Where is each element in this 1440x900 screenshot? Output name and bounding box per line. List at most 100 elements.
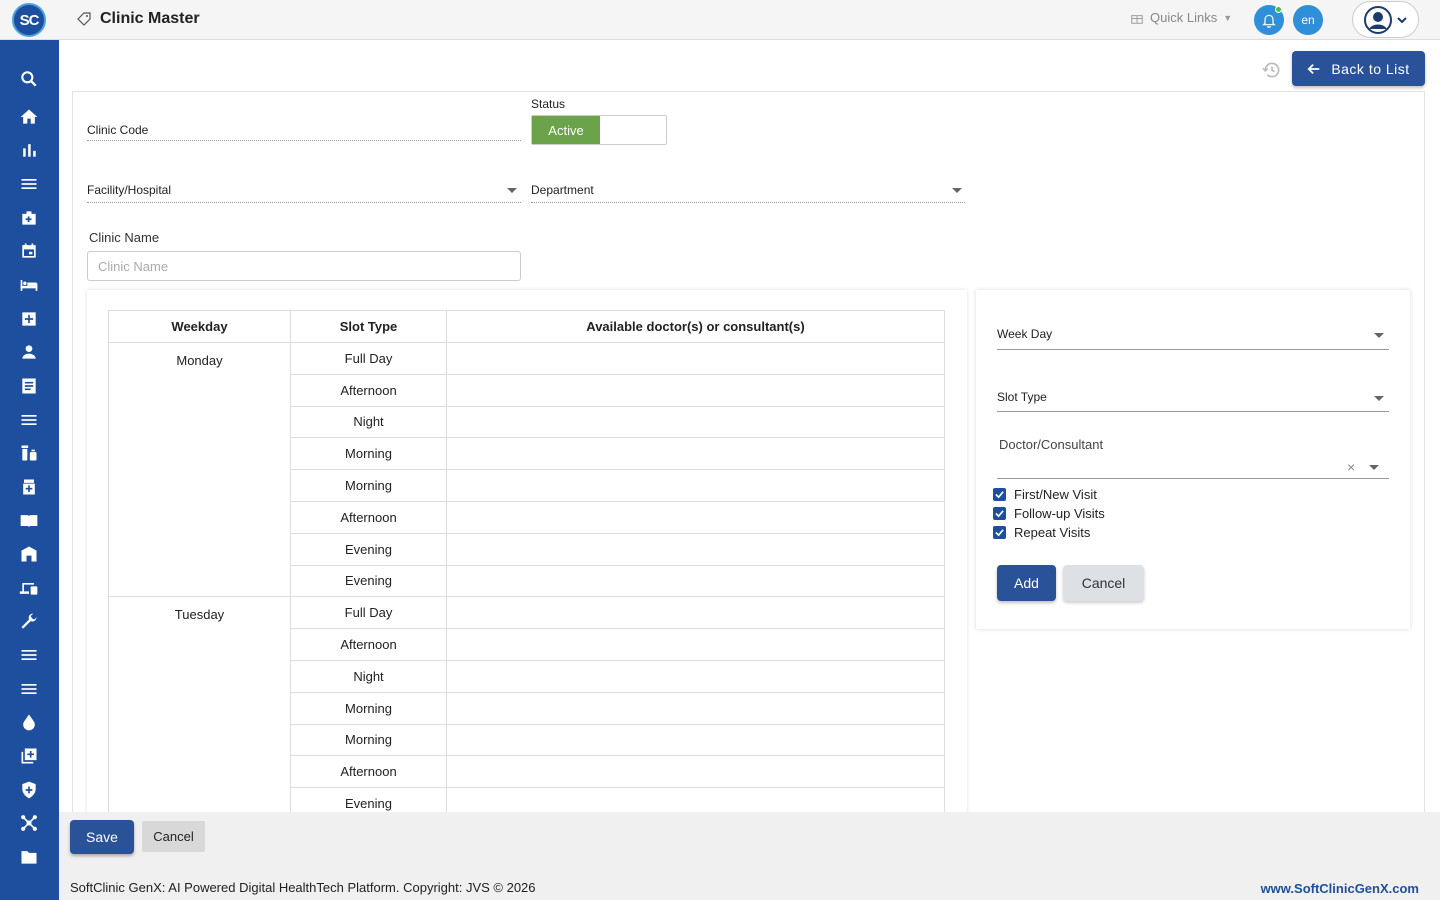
slot-cancel-button[interactable]: Cancel (1063, 565, 1144, 601)
notification-button[interactable] (1254, 5, 1284, 35)
doctors-cell (446, 723, 945, 757)
sidebar-item-add-box[interactable] (18, 745, 40, 767)
avatar-icon (1363, 5, 1392, 34)
sidebar-item-documents[interactable] (18, 375, 40, 397)
slot-type-cell: Evening (290, 564, 447, 598)
main-content: Back to List Clinic Code Status Active F… (59, 40, 1440, 831)
sidebar-item-menu[interactable] (18, 173, 40, 195)
doctors-cell (446, 564, 945, 598)
devices-icon (19, 583, 38, 595)
slot-type-cell: Full Day (290, 342, 447, 375)
follow-up-checkbox[interactable]: Follow-up Visits (993, 506, 1105, 521)
shield-icon (22, 781, 36, 799)
arrow-left-icon (1307, 63, 1320, 74)
status-label: Status (531, 97, 566, 111)
sidebar-item-facility[interactable] (18, 543, 40, 565)
table-row: Tuesday Full Day (108, 596, 945, 820)
sidebar-item-list[interactable] (18, 409, 40, 431)
table-row: Monday Full Day (108, 341, 945, 598)
sidebar-item-folder[interactable] (18, 846, 40, 868)
chevron-down-icon (1374, 396, 1384, 401)
sidebar-item-patient[interactable] (18, 341, 40, 363)
search-icon (21, 71, 37, 87)
sidebar-item-calendar[interactable] (18, 240, 40, 262)
slot-form-card: Week Day Slot Type Doctor/Consultant × F… (976, 290, 1410, 629)
back-to-list-label: Back to List (1331, 60, 1410, 77)
facility-select[interactable] (87, 202, 521, 203)
slot-type-select[interactable] (997, 411, 1389, 412)
sidebar-item-ward[interactable] (18, 274, 40, 296)
doctor-select[interactable] (997, 478, 1389, 479)
repeat-visit-label: Repeat Visits (1014, 525, 1091, 540)
sidebar-item-tools[interactable] (18, 611, 40, 633)
sidebar-item-devices[interactable] (18, 577, 40, 599)
cancel-button[interactable]: Cancel (142, 821, 205, 852)
bell-icon (1262, 14, 1276, 28)
chevron-down-icon (1396, 16, 1407, 23)
first-visit-label: First/New Visit (1014, 487, 1097, 502)
slot-type-cell: Night (290, 405, 447, 439)
sidebar-item-medicine[interactable] (18, 476, 40, 498)
copyright-text: SoftClinic GenX: AI Powered Digital Heal… (70, 880, 536, 895)
status-toggle[interactable]: Active (531, 115, 667, 145)
clinic-code-field[interactable] (87, 140, 521, 141)
slot-type-cell: Night (290, 659, 447, 693)
sidebar-item-knowledge[interactable] (18, 510, 40, 532)
sidebar-item-blood-bank[interactable] (18, 711, 40, 733)
slot-type-cell: Morning (290, 723, 447, 757)
doctors-cell (446, 437, 945, 471)
repeat-visit-checkbox[interactable]: Repeat Visits (993, 525, 1090, 540)
add-button[interactable]: Add (997, 565, 1056, 601)
sidebar-item-clinic[interactable] (18, 308, 40, 330)
chevron-down-icon: ▼ (1223, 12, 1233, 23)
network-icon (21, 815, 37, 831)
clear-icon[interactable]: × (1347, 459, 1355, 475)
user-icon (22, 345, 36, 359)
sidebar-item-pharmacy[interactable] (18, 442, 40, 464)
notification-badge (1275, 6, 1282, 13)
user-menu-button[interactable] (1352, 1, 1419, 38)
page-title: Clinic Master (100, 10, 200, 27)
doctors-cell (446, 691, 945, 725)
app-logo[interactable]: SC (12, 3, 46, 37)
department-select[interactable] (531, 202, 965, 203)
slot-type-cell: Evening (290, 532, 447, 566)
quick-links-button[interactable]: Quick Links ▼ (1130, 10, 1232, 25)
bed-icon (20, 280, 38, 291)
book-icon (20, 515, 38, 528)
doctors-cell (446, 405, 945, 439)
follow-up-label: Follow-up Visits (1014, 506, 1105, 521)
slot-type-header: Slot Type (290, 310, 447, 343)
chevron-down-icon[interactable] (1369, 465, 1379, 470)
language-button[interactable]: en (1293, 5, 1323, 35)
slot-type-cell: Morning (290, 469, 447, 502)
history-icon[interactable] (1262, 60, 1282, 80)
save-button[interactable]: Save (70, 820, 134, 854)
sidebar-item-search[interactable] (18, 68, 40, 90)
sidebar-item-security[interactable] (18, 779, 40, 801)
bar-chart-icon (23, 144, 36, 157)
sidebar-item-medical[interactable] (18, 207, 40, 229)
checkbox-checked-icon (993, 507, 1006, 520)
doctor-label: Doctor/Consultant (999, 437, 1104, 452)
status-toggle-active: Active (532, 116, 600, 144)
checkbox-checked-icon (993, 526, 1006, 539)
briefcase-medical-icon (22, 211, 36, 225)
sidebar-item-list-3[interactable] (18, 678, 40, 700)
clinic-name-input[interactable]: Clinic Name (87, 251, 521, 281)
sidebar-item-home[interactable] (18, 106, 40, 128)
schedule-table-card: Weekday Slot Type Available doctor(s) or… (87, 290, 967, 820)
sidebar-item-list-2[interactable] (18, 644, 40, 666)
week-day-select[interactable] (997, 349, 1389, 350)
footer: SoftClinic GenX: AI Powered Digital Heal… (59, 874, 1440, 900)
sidebar-item-network[interactable] (18, 812, 40, 834)
slot-type-cell: Morning (290, 691, 447, 725)
plus-square-icon (22, 312, 36, 326)
chevron-down-icon (952, 188, 962, 193)
website-link[interactable]: www.SoftClinicGenX.com (1261, 881, 1419, 896)
sidebar-item-reports[interactable] (18, 139, 40, 161)
list-icon (21, 415, 37, 425)
back-to-list-button[interactable]: Back to List (1292, 51, 1425, 86)
first-visit-checkbox[interactable]: First/New Visit (993, 487, 1097, 502)
pharmacy-icon (21, 445, 37, 461)
